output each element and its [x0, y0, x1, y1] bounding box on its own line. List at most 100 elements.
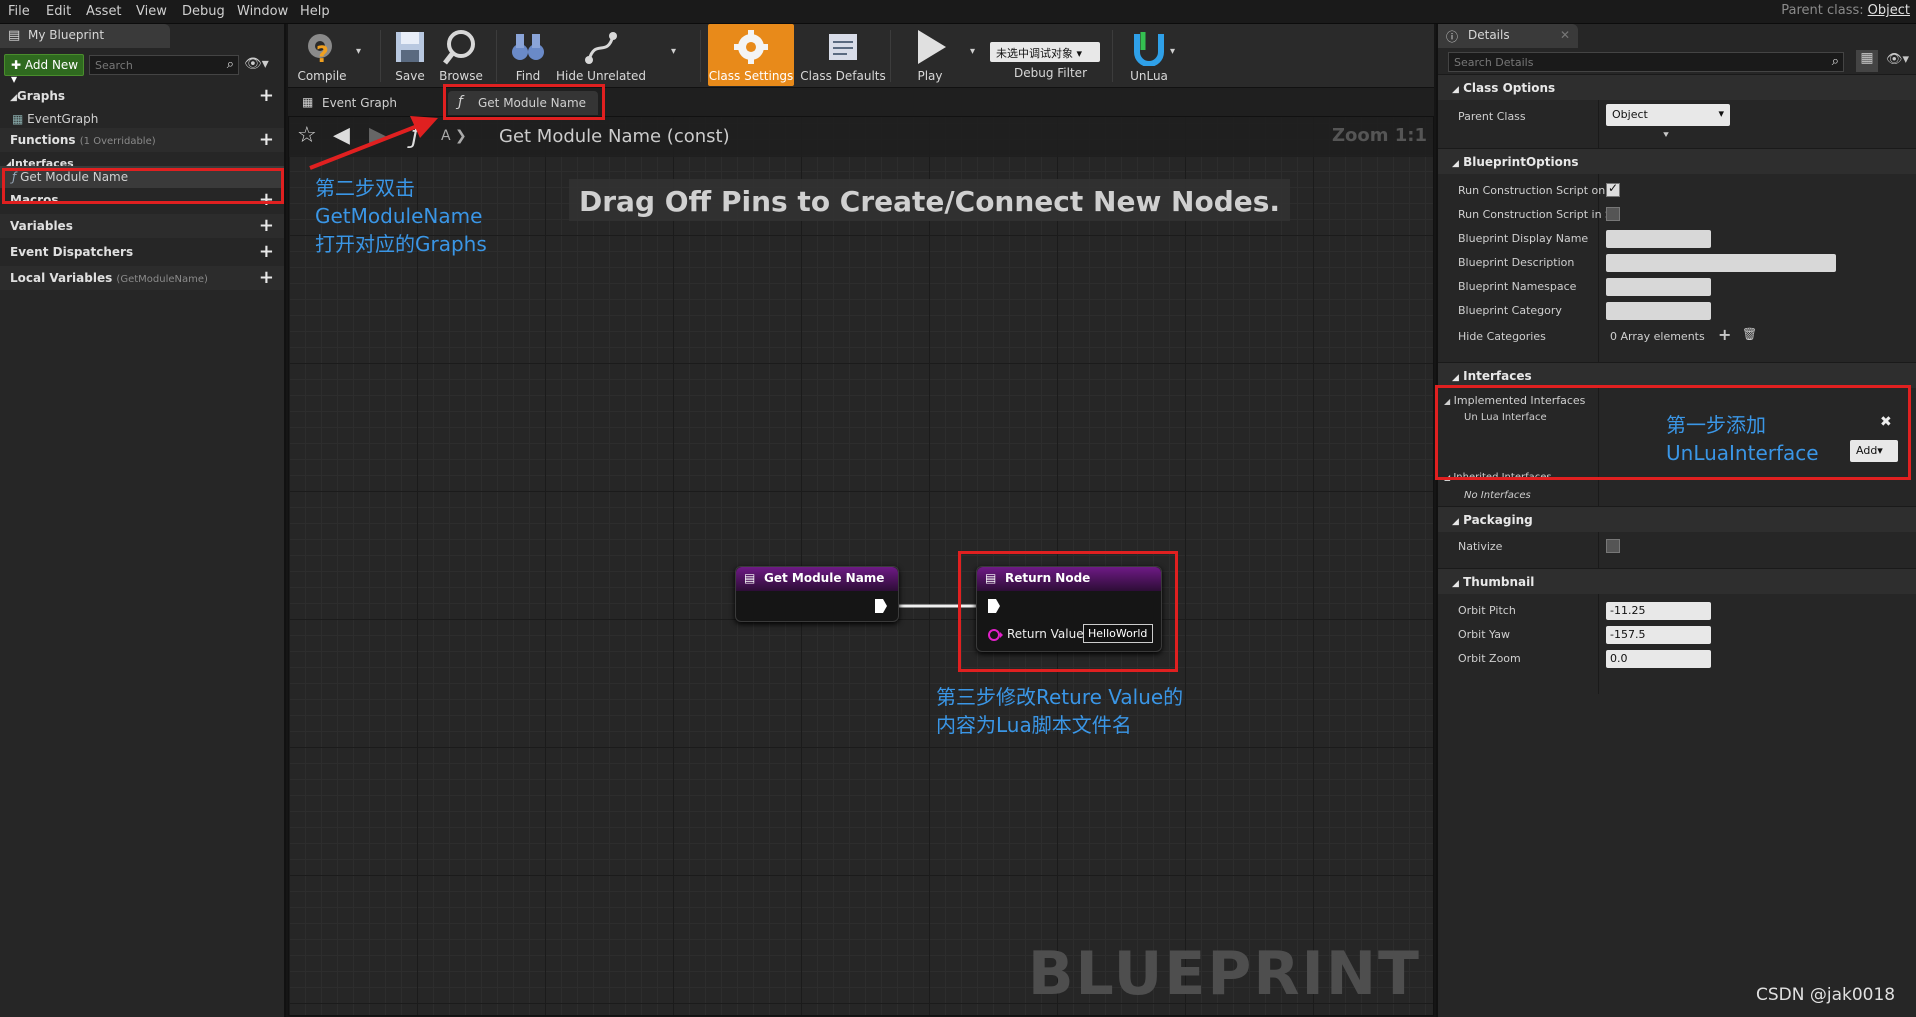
add-local-variable-icon[interactable]: + — [259, 267, 274, 288]
close-icon[interactable]: ✕ — [1560, 28, 1570, 42]
section-thumbnail[interactable]: ◢ Thumbnail — [1438, 568, 1916, 594]
orbit-yaw-label: Orbit Yaw — [1458, 628, 1510, 641]
orbit-yaw-input[interactable]: -157.5 — [1606, 626, 1711, 644]
section-functions[interactable]: Functions (1 Overridable) + — [0, 128, 284, 152]
separator — [496, 30, 497, 82]
play-button[interactable]: Play — [902, 24, 958, 86]
blueprint-watermark: BLUEPRINT — [1027, 939, 1421, 1009]
class-settings-button[interactable]: Class Settings — [708, 24, 794, 86]
orbit-zoom-value: 0.0 — [1610, 652, 1628, 665]
separator — [380, 30, 381, 82]
event-graph-label: EventGraph — [27, 112, 99, 126]
details-search-input[interactable]: Search Details ⌕ — [1448, 52, 1844, 72]
property-matrix-icon[interactable]: ▦ — [1856, 50, 1878, 72]
section-blueprint-options[interactable]: ◢ BlueprintOptions — [1438, 148, 1916, 174]
compile-dropdown-icon[interactable]: ▾ — [356, 46, 361, 57]
magnifier-icon — [443, 30, 475, 65]
entry-node[interactable]: ▤ Get Module Name — [735, 566, 899, 622]
menu-view[interactable]: View — [136, 4, 167, 19]
section-class-options[interactable]: ◢ Class Options — [1438, 74, 1916, 100]
exec-out-pin-icon[interactable] — [874, 598, 888, 614]
hide-unrelated-button[interactable]: Hide Unrelated — [556, 24, 646, 86]
compile-button[interactable]: ? Compile — [292, 24, 352, 86]
debug-dropdown-value: 未选中调试对象 — [996, 47, 1073, 60]
debug-filter-label: Debug Filter — [1014, 66, 1087, 80]
event-graph-item[interactable]: ▦ EventGraph — [0, 108, 284, 130]
section-local-variables[interactable]: Local Variables (GetModuleName) + — [0, 266, 284, 290]
chevron-down-icon: ▾ — [1718, 107, 1724, 120]
menu-asset[interactable]: Asset — [86, 4, 122, 19]
highlight-interface-item — [2, 168, 284, 204]
annotation-step1: 第一步添加 UnLuaInterface — [1666, 411, 1819, 467]
section-packaging[interactable]: ◢ Packaging — [1438, 506, 1916, 532]
unlua-button[interactable]: UnLua — [1124, 24, 1174, 86]
add-variable-icon[interactable]: + — [259, 215, 274, 236]
add-new-button[interactable]: ✚ Add New ▾ — [4, 54, 84, 86]
play-icon — [918, 30, 946, 64]
eye-icon[interactable]: 👁▾ — [244, 56, 269, 72]
blueprint-description-input[interactable] — [1606, 254, 1836, 272]
section-graphs[interactable]: ◢Graphs + — [0, 84, 284, 108]
add-graph-icon[interactable]: + — [259, 85, 274, 106]
menu-help[interactable]: Help — [300, 4, 330, 19]
run-construction-script-checkbox[interactable]: ✓ — [1606, 181, 1620, 197]
hide-categories-label: Hide Categories — [1458, 330, 1546, 343]
browse-label: Browse — [439, 69, 483, 83]
blueprint-display-name-label: Blueprint Display Name — [1458, 232, 1589, 245]
plus-icon: ✚ — [11, 58, 22, 72]
debug-object-dropdown[interactable]: 未选中调试对象 ▾ — [990, 42, 1100, 62]
blueprint-namespace-input[interactable] — [1606, 278, 1711, 296]
menu-debug[interactable]: Debug — [182, 4, 225, 19]
menu-edit[interactable]: Edit — [46, 4, 71, 19]
my-blueprint-tab[interactable]: ▤ My Blueprint — [0, 24, 170, 48]
add-dispatcher-icon[interactable]: + — [259, 241, 274, 262]
functions-label: Functions — [10, 133, 76, 147]
save-label: Save — [395, 69, 425, 83]
unlua-dropdown-icon[interactable]: ▾ — [1170, 46, 1175, 57]
tab-event-graph[interactable]: ▦ Event Graph — [292, 91, 432, 115]
blueprint-search-input[interactable]: Search ⌕ — [89, 55, 239, 75]
details-tab[interactable]: ⓘ Details ✕ — [1438, 24, 1578, 48]
orbit-pitch-input[interactable]: -11.25 — [1606, 602, 1711, 620]
add-element-icon[interactable]: + — [1718, 325, 1731, 344]
functions-sub: (1 Overridable) — [79, 136, 156, 147]
eye-icon[interactable]: 👁▾ — [1886, 52, 1909, 67]
blueprint-options-label: BlueprintOptions — [1463, 155, 1579, 169]
run-construction-script-sequencer-checkbox[interactable] — [1606, 207, 1620, 221]
entry-node-title: Get Module Name — [764, 571, 885, 585]
class-defaults-button[interactable]: Class Defaults — [800, 24, 886, 86]
find-button[interactable]: Find — [504, 24, 552, 86]
parent-class-dropdown[interactable]: Object ▾ — [1606, 104, 1730, 126]
orbit-zoom-label: Orbit Zoom — [1458, 652, 1521, 665]
svg-text:?: ? — [316, 43, 329, 66]
annotation-step3: 第三步修改Reture Value的 内容为Lua脚本文件名 — [936, 683, 1183, 739]
details-search-placeholder: Search Details — [1454, 56, 1534, 69]
blueprint-icon: ▤ — [8, 28, 21, 43]
play-dropdown-icon[interactable]: ▾ — [970, 46, 975, 57]
parent-class-link[interactable]: Object — [1868, 3, 1910, 18]
menu-window[interactable]: Window — [237, 4, 288, 19]
section-event-dispatchers[interactable]: Event Dispatchers + — [0, 240, 284, 264]
add-function-icon[interactable]: + — [259, 129, 274, 150]
packaging-label: Packaging — [1463, 513, 1533, 527]
graph-icon: ▦ — [302, 95, 314, 109]
annotation-step3-line2: 内容为Lua脚本文件名 — [936, 713, 1132, 737]
menu-file[interactable]: File — [8, 4, 30, 19]
blueprint-category-input[interactable] — [1606, 302, 1711, 320]
expand-advanced-icon[interactable]: ⯆ — [1662, 130, 1670, 141]
hide-unrelated-label: Hide Unrelated — [556, 69, 647, 83]
class-defaults-label: Class Defaults — [800, 69, 886, 83]
section-variables[interactable]: Variables + — [0, 214, 284, 238]
trash-icon[interactable]: 🗑 — [1742, 327, 1757, 341]
variables-label: Variables — [10, 219, 73, 233]
blueprint-display-name-input[interactable] — [1606, 230, 1711, 248]
save-button[interactable]: Save — [388, 24, 432, 86]
orbit-zoom-input[interactable]: 0.0 — [1606, 650, 1711, 668]
nativize-checkbox[interactable] — [1606, 539, 1620, 553]
check-icon: ✓ — [1608, 181, 1619, 195]
browse-button[interactable]: Browse — [436, 24, 486, 86]
hide-unrelated-dropdown-icon[interactable]: ▾ — [671, 46, 676, 57]
toolbar: ? Compile ▾ Save Browse Find Hide Unrela… — [288, 24, 1434, 88]
array-elements-count: 0 Array elements — [1610, 330, 1705, 343]
separator — [1112, 30, 1113, 82]
